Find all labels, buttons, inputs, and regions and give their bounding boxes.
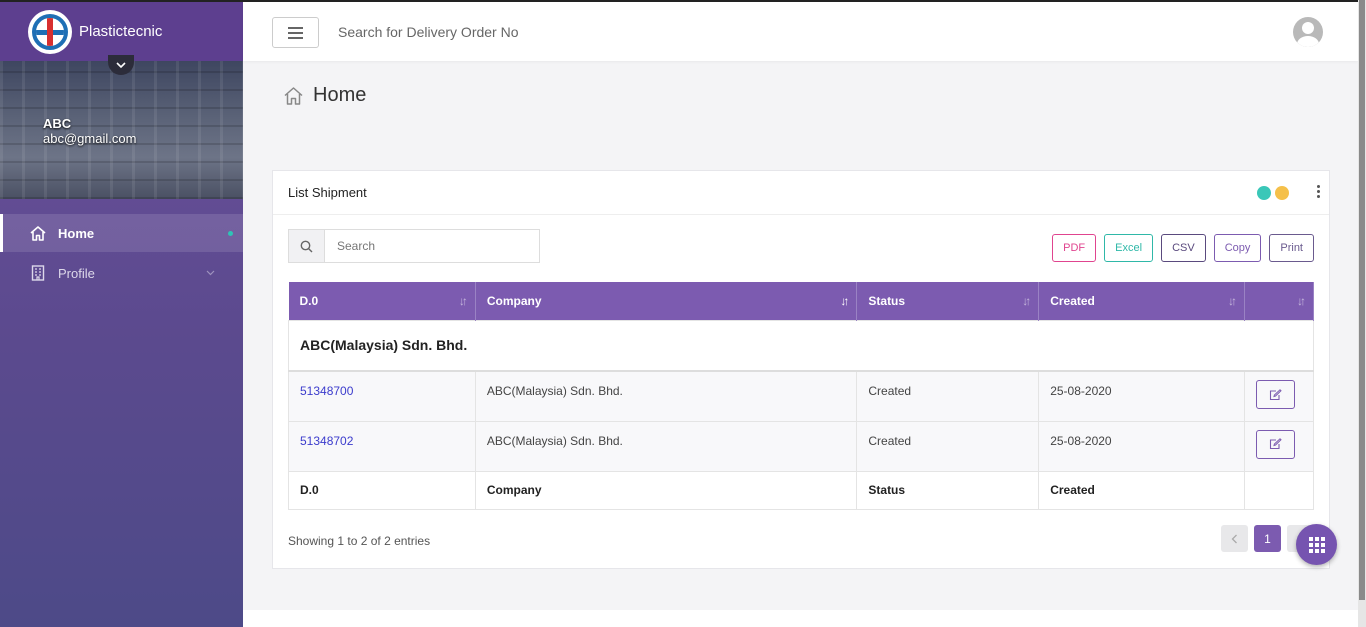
- page-button-1[interactable]: 1: [1254, 525, 1281, 552]
- sort-asc-icon: ↓↑: [840, 294, 849, 308]
- sidebar-item-profile[interactable]: Profile: [0, 254, 243, 292]
- table-row: 51348702 ABC(Malaysia) Sdn. Bhd. Created…: [288, 420, 1315, 472]
- user-name: ABC: [43, 116, 72, 131]
- table-header-row: D.0 ↓↑ Company ↓↑ Status ↓↑ Created ↓↑ ↓↑: [288, 282, 1315, 320]
- user-avatar[interactable]: [1293, 17, 1323, 47]
- active-indicator: [228, 230, 233, 236]
- apps-menu-button[interactable]: [1296, 524, 1337, 565]
- chevron-down-icon: [206, 268, 215, 278]
- column-header-actions[interactable]: ↓↑: [1244, 282, 1315, 320]
- sidebar-header: Plastictecnic: [0, 0, 243, 61]
- edit-icon: [1269, 438, 1282, 450]
- home-icon: [283, 86, 304, 106]
- card-status-dots: [1257, 186, 1289, 200]
- building-icon: [28, 264, 48, 282]
- page-title: Home: [283, 84, 366, 107]
- page-scrollbar[interactable]: [1358, 0, 1366, 627]
- teal-dot[interactable]: [1257, 186, 1271, 200]
- home-icon: [28, 224, 48, 242]
- created-cell: 25-08-2020: [1038, 420, 1245, 472]
- status-cell: Created: [856, 420, 1040, 472]
- sort-icon: ↓↑: [1227, 294, 1237, 308]
- page-footer: [243, 610, 1358, 627]
- company-cell: ABC(Malaysia) Sdn. Bhd.: [474, 370, 858, 422]
- search-icon: [289, 230, 325, 262]
- chevron-down-icon[interactable]: [108, 55, 134, 75]
- sidebar-nav: Home Profile: [0, 214, 243, 292]
- created-cell: 25-08-2020: [1038, 370, 1245, 422]
- yellow-dot[interactable]: [1275, 186, 1289, 200]
- user-email: abc@gmail.com: [43, 131, 137, 146]
- chevron-left-icon: [1231, 534, 1237, 543]
- menu-toggle-button[interactable]: [272, 17, 319, 48]
- footer-cell: D.0: [288, 470, 476, 510]
- sidebar-item-home[interactable]: Home: [0, 214, 243, 252]
- table-row: 51348700 ABC(Malaysia) Sdn. Bhd. Created…: [288, 370, 1315, 422]
- grid-icon: [1308, 536, 1325, 553]
- edit-button[interactable]: [1255, 380, 1295, 409]
- delivery-order-search-input[interactable]: Search for Delivery Order No: [338, 24, 519, 40]
- footer-cell: [1243, 470, 1315, 510]
- user-banner: ABC abc@gmail.com: [0, 55, 243, 199]
- export-buttons: PDF Excel CSV Copy Print: [1052, 234, 1314, 262]
- delivery-order-link[interactable]: 51348702: [300, 434, 353, 448]
- column-header-do[interactable]: D.0 ↓↑: [288, 282, 476, 320]
- brand-name: Plastictecnic: [79, 23, 163, 40]
- copy-button[interactable]: Copy: [1213, 234, 1262, 262]
- hamburger-icon: [288, 26, 303, 29]
- list-shipment-card: List Shipment PDF Excel CSV Copy Print D…: [272, 170, 1330, 569]
- footer-cell: Created: [1038, 470, 1245, 510]
- table-search: [288, 229, 540, 263]
- sidebar-item-label: Home: [58, 225, 95, 241]
- csv-button[interactable]: CSV: [1161, 234, 1206, 262]
- pdf-button[interactable]: PDF: [1052, 234, 1097, 262]
- edit-icon: [1269, 388, 1282, 400]
- table-search-input[interactable]: [325, 230, 539, 262]
- table-footer-row: D.0 Company Status Created: [288, 470, 1315, 510]
- delivery-order-link[interactable]: 51348700: [300, 384, 353, 398]
- footer-cell: Status: [856, 470, 1040, 510]
- sort-icon: ↓↑: [1022, 294, 1031, 308]
- shipment-table: D.0 ↓↑ Company ↓↑ Status ↓↑ Created ↓↑ ↓↑ AB…: [288, 282, 1315, 510]
- topbar: Search for Delivery Order No: [243, 0, 1358, 61]
- print-button[interactable]: Print: [1269, 234, 1314, 262]
- group-row: ABC(Malaysia) Sdn. Bhd.: [288, 319, 1314, 372]
- pagination-info: Showing 1 to 2 of 2 entries: [288, 534, 431, 548]
- status-cell: Created: [856, 370, 1040, 422]
- page-title-text: Home: [313, 84, 367, 106]
- brand-logo[interactable]: [28, 9, 72, 54]
- card-title: List Shipment: [288, 185, 367, 200]
- sort-icon: ↓↑: [458, 294, 468, 308]
- user-info: ABC abc@gmail.com: [43, 116, 136, 146]
- excel-button[interactable]: Excel: [1104, 234, 1154, 262]
- column-header-created[interactable]: Created ↓↑: [1038, 282, 1245, 320]
- previous-page-button[interactable]: [1221, 525, 1248, 552]
- group-label: ABC(Malaysia) Sdn. Bhd.: [288, 319, 1314, 372]
- footer-cell: Company: [474, 470, 858, 510]
- sidebar: Plastictecnic ABC abc@gmail.com Home Pro…: [0, 0, 243, 627]
- edit-button[interactable]: [1255, 429, 1295, 459]
- card-header: List Shipment: [273, 171, 1329, 215]
- sidebar-item-label: Profile: [58, 265, 95, 281]
- more-options-icon[interactable]: [1317, 185, 1320, 198]
- column-header-company[interactable]: Company ↓↑: [475, 282, 858, 320]
- column-header-status[interactable]: Status ↓↑: [856, 282, 1040, 320]
- sort-icon: ↓↑: [1297, 294, 1306, 308]
- company-cell: ABC(Malaysia) Sdn. Bhd.: [474, 420, 858, 472]
